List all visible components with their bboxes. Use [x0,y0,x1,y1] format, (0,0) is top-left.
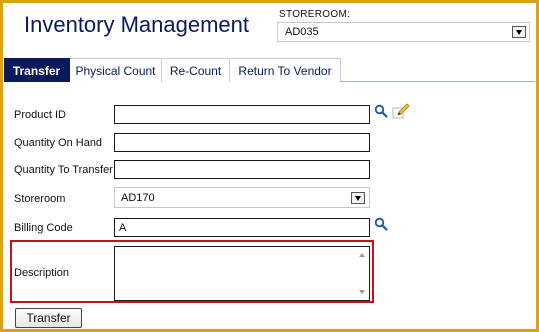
app-window: Inventory Management STOREROOM: AD035 Tr… [3,3,536,329]
product-id-input[interactable] [114,105,370,124]
edit-pencil-icon[interactable] [392,103,410,120]
storeroom-field-dropdown[interactable]: AD170 [114,187,370,208]
storeroom-field-label: Storeroom [14,193,66,205]
search-icon[interactable] [374,104,388,118]
scroll-up-arrow-icon[interactable] [359,253,365,257]
quantity-on-hand-label: Quantity On Hand [14,137,103,149]
billing-code-input[interactable] [114,218,370,237]
tab-return-to-vendor[interactable]: Return To Vendor [230,58,341,82]
chevron-down-icon[interactable] [512,26,526,38]
chevron-down-icon[interactable] [351,192,365,204]
storeroom-label: STOREROOM: [279,9,351,20]
scroll-down-arrow-icon[interactable] [359,290,365,294]
quantity-to-transfer-input[interactable] [114,160,370,179]
quantity-to-transfer-label: Quantity To Transfer [14,164,113,176]
product-id-label: Product ID [14,109,66,121]
billing-code-label: Billing Code [14,222,73,234]
page-title: Inventory Management [24,12,250,37]
storeroom-field-value: AD170 [121,192,155,204]
tab-physical-count[interactable]: Physical Count [70,58,162,82]
tab-transfer[interactable]: Transfer [4,58,70,82]
tab-re-count[interactable]: Re-Count [162,58,230,82]
transfer-button[interactable]: Transfer [15,308,82,328]
storeroom-dropdown-value: AD035 [285,26,319,38]
quantity-on-hand-input[interactable] [114,133,370,152]
search-icon[interactable] [374,217,388,231]
tab-bar: Transfer Physical Count Re-Count Return … [4,58,535,82]
storeroom-dropdown[interactable]: AD035 [277,22,530,42]
description-textarea[interactable] [114,246,370,301]
description-label: Description [14,267,70,279]
